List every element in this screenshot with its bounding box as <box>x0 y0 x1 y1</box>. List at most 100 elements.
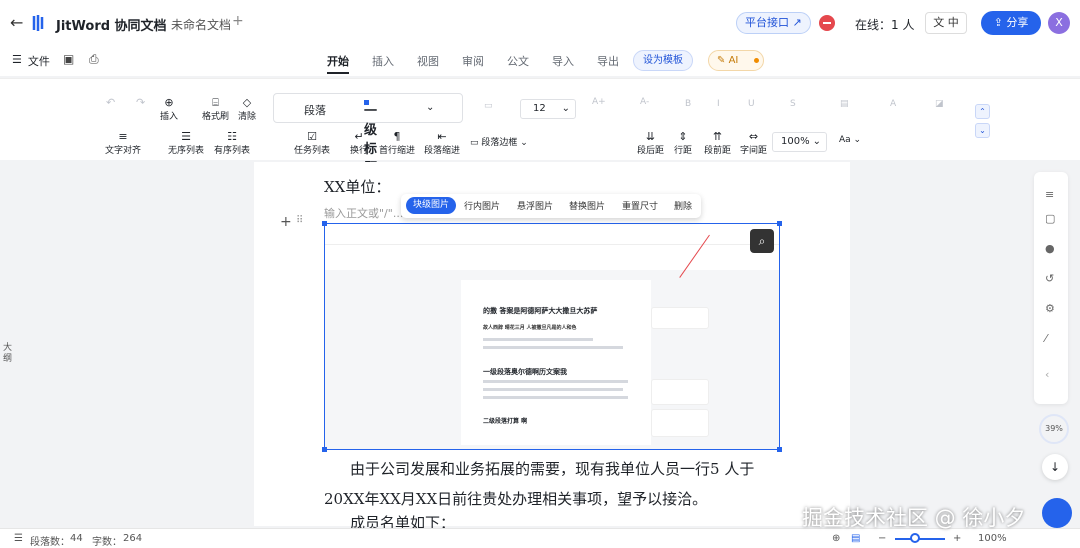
undo-button[interactable]: ↶ <box>106 97 115 109</box>
comment-icon[interactable]: ▢ <box>1045 212 1055 225</box>
history-icon[interactable]: ↺ <box>1045 272 1054 285</box>
task-list-button[interactable]: ☑ 任务列表 <box>294 130 330 157</box>
add-block-icon[interactable]: + <box>280 214 292 230</box>
info-icon[interactable]: ● <box>1045 242 1055 255</box>
menu-icon[interactable]: ≡ <box>1045 188 1054 201</box>
zoom-in-icon[interactable]: + <box>953 533 961 544</box>
font-shrink-icon[interactable]: A- <box>640 97 649 107</box>
doc-line-unit[interactable]: XX单位： <box>324 176 390 197</box>
scroll-down-button[interactable]: ↓ <box>1042 454 1068 480</box>
assistant-fab[interactable] <box>1042 498 1072 528</box>
char-space-button[interactable]: ⇔ 字间距 <box>740 131 767 157</box>
para-border-button[interactable]: ▭ 段落边框 ⌄ <box>470 135 528 148</box>
align-left-icon: ≡ <box>118 130 128 143</box>
resize-handle[interactable] <box>777 447 782 452</box>
resize-handle[interactable] <box>322 447 327 452</box>
resize-handle[interactable] <box>322 221 327 226</box>
highlight-icon[interactable]: ◪ <box>935 99 944 109</box>
image-doc-heading-2: 二级段落打算 啊 <box>483 418 528 425</box>
underline-icon[interactable]: U <box>748 99 755 109</box>
insert-button[interactable]: ⊕ 插入 <box>160 96 178 123</box>
case-button[interactable]: Aa ⌄ <box>839 135 861 145</box>
font-family-icon[interactable]: ▭ <box>484 101 493 111</box>
strike-icon[interactable]: S <box>790 99 796 109</box>
drag-handle-icon[interactable]: ⠿ <box>296 215 303 226</box>
toolbar: ↶ ↷ ⊕插入 ⌸格式刷 ◇清除 段落 一级标题 ⌄ ▭ 12 ⌄ A+ A- … <box>0 78 1080 176</box>
avatar[interactable]: X <box>1048 12 1070 34</box>
format-painter-button[interactable]: ⌸ 格式刷 <box>202 96 229 123</box>
platform-api-button[interactable]: 平台接口 ↗ <box>736 12 811 34</box>
online-count: 在线：1 人 <box>855 18 915 32</box>
text-align-button[interactable]: ≡ 文字对齐 <box>105 130 141 157</box>
tab-view[interactable]: 视图 <box>417 53 439 69</box>
image-comment-card <box>651 307 709 329</box>
globe-icon[interactable]: ⊕ <box>832 533 840 544</box>
reset-size-button[interactable]: 重置尺寸 <box>622 199 658 212</box>
zoom-slider-knob[interactable] <box>910 533 920 543</box>
tab-official[interactable]: 公文 <box>507 53 529 69</box>
outline-toggle[interactable]: 大纲 <box>3 343 13 365</box>
zoom-slider[interactable] <box>895 538 945 540</box>
float-image-button[interactable]: 悬浮图片 <box>517 199 553 212</box>
set-template-button[interactable]: 设为模板 <box>633 50 693 71</box>
tab-import[interactable]: 导入 <box>552 53 574 69</box>
line-height-icon: ⇕ <box>678 130 688 143</box>
doc-placeholder[interactable]: 输入正文或"/"... <box>324 205 403 221</box>
hamburger-icon: ☰ <box>12 53 22 66</box>
plus-circle-icon: ⊕ <box>164 96 174 109</box>
block-image-button[interactable]: 块级图片 <box>406 197 457 214</box>
redo-icon: ↷ <box>136 96 146 109</box>
delete-image-button[interactable]: 删除 <box>674 199 692 212</box>
tab-export[interactable]: 导出 <box>597 53 619 69</box>
language-label: 中 <box>947 16 959 29</box>
before-space-button[interactable]: ⇈ 段前距 <box>704 131 731 157</box>
font-grow-icon[interactable]: A+ <box>592 97 606 107</box>
checkbox-icon: ☑ <box>307 130 317 143</box>
save-icon[interactable]: ▣ <box>63 52 74 66</box>
first-indent-button[interactable]: ¶ 首行缩进 <box>379 131 415 157</box>
text-color-icon[interactable]: A <box>890 99 896 109</box>
toolbar-down-button[interactable]: ⌄ <box>975 123 990 138</box>
resize-handle[interactable] <box>777 221 782 226</box>
print-icon[interactable]: ⎙ <box>89 52 99 67</box>
page-view-icon[interactable]: ▤ <box>851 533 860 544</box>
zoom-lens-icon[interactable]: ⌕ <box>750 229 774 253</box>
spacing-after-icon: ⇊ <box>645 130 656 143</box>
linebreak-button[interactable]: ↵ 换行 <box>350 131 368 157</box>
bold-icon[interactable]: B <box>685 99 691 109</box>
clear-button[interactable]: ◇ 清除 <box>238 97 256 123</box>
brush-icon: ⌸ <box>212 96 219 109</box>
tab-start[interactable]: 开始 <box>327 53 349 74</box>
toolbar-up-button[interactable]: ⌃ <box>975 104 990 119</box>
back-arrow-icon[interactable]: ← <box>10 13 23 32</box>
tab-insert[interactable]: 插入 <box>372 53 394 69</box>
paragraph-style-select[interactable]: 段落 一级标题 ⌄ <box>273 93 463 176</box>
share-button[interactable]: ⇪ 分享 <box>981 11 1041 35</box>
font-size-select[interactable]: 12 ⌄ <box>520 99 576 119</box>
text-shadow-icon[interactable]: ▤ <box>840 99 849 109</box>
after-space-button[interactable]: ⇊ 段后距 <box>637 130 664 157</box>
para-indent-button[interactable]: ⇤ 段落缩进 <box>424 131 460 157</box>
file-menu[interactable]: ☰ 文件 <box>12 53 50 69</box>
italic-icon[interactable]: I <box>717 99 720 109</box>
embedded-image[interactable]: 的撒 答案是阿德阿萨大大撒旦大苏萨 故人西辞 晴花三月 人被撒旦凡是的人和色 一… <box>324 223 780 450</box>
settings-icon[interactable]: ⚙ <box>1045 302 1055 315</box>
doc-body-paragraph[interactable]: 由于公司发展和业务拓展的需要，现有我单位人员一行5 人于20XX年XX月XX日前… <box>324 454 794 514</box>
zoom-out-icon[interactable]: − <box>878 533 886 544</box>
language-button[interactable]: 文 中 <box>925 12 967 34</box>
redo-button[interactable]: ↷ <box>136 97 145 109</box>
inline-image-button[interactable]: 行内图片 <box>464 199 500 212</box>
ordered-list-button[interactable]: ☷ 有序列表 <box>214 130 250 157</box>
ordered-list-icon: ☷ <box>227 130 237 143</box>
zoom-select[interactable]: 100% ⌄ <box>772 132 827 152</box>
line-space-button[interactable]: ⇕ 行距 <box>674 130 692 157</box>
unordered-list-button[interactable]: ☰ 无序列表 <box>168 131 204 157</box>
replace-image-button[interactable]: 替换图片 <box>569 199 605 212</box>
word-count-value: 264 <box>123 533 143 544</box>
collapse-icon[interactable]: ‹ <box>1045 368 1049 381</box>
magic-wand-icon[interactable]: ⁄ <box>1045 332 1047 345</box>
doc-name[interactable]: 未命名文档 <box>171 16 231 33</box>
record-icon[interactable] <box>819 15 835 31</box>
tab-review[interactable]: 审阅 <box>462 53 484 69</box>
add-doc-icon[interactable]: + <box>232 13 244 29</box>
